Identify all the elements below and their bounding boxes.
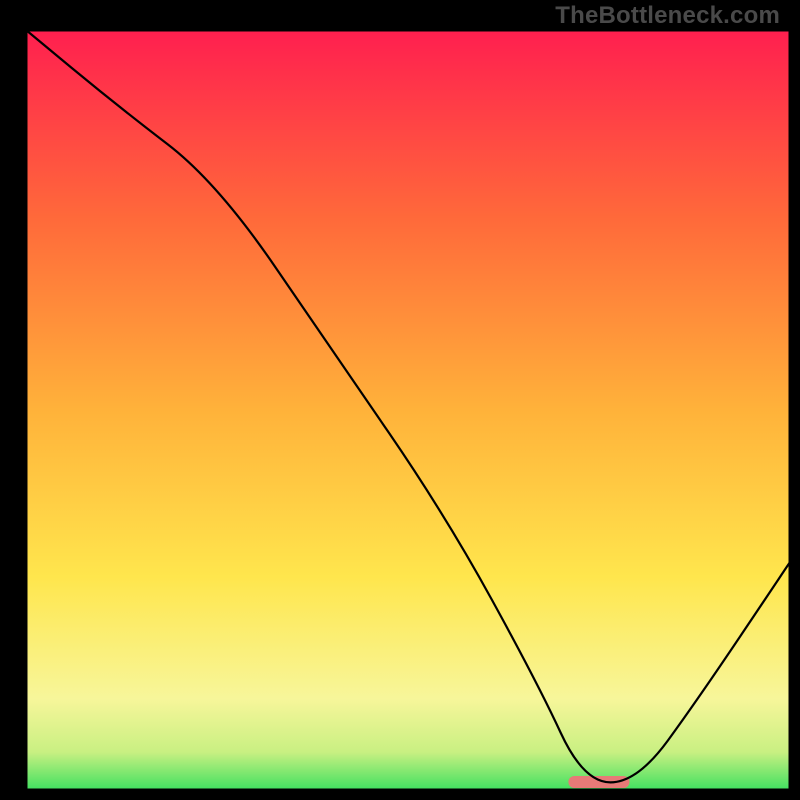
bottleneck-chart — [0, 0, 800, 800]
plot-background — [26, 30, 790, 790]
watermark-text: TheBottleneck.com — [555, 2, 780, 30]
chart-frame: TheBottleneck.com — [0, 0, 800, 800]
